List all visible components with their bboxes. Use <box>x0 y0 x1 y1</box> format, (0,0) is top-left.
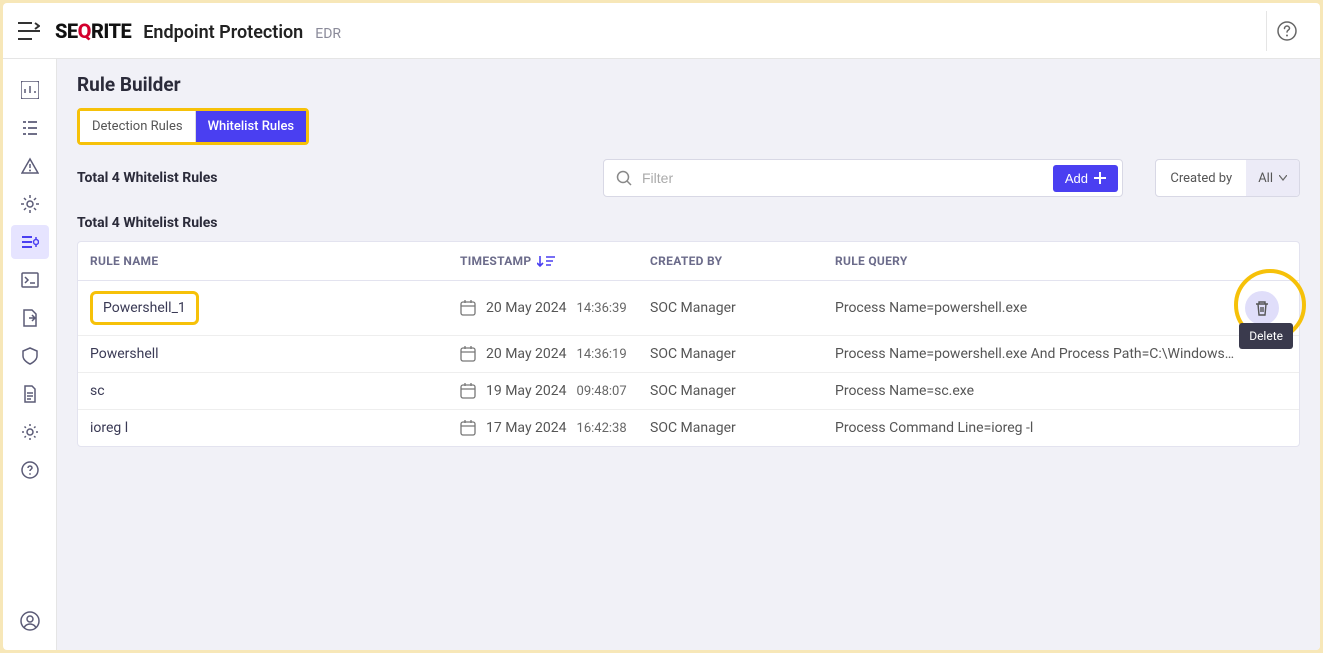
filter-input[interactable] <box>642 170 1043 186</box>
page-title: Rule Builder <box>77 73 1300 96</box>
toolbar: Total 4 Whitelist Rules Add Created by A… <box>77 159 1300 197</box>
sort-icon <box>537 254 555 268</box>
chevron-down-icon <box>1279 175 1287 181</box>
cell-rule-query: Process Name=powershell.exe And Process … <box>835 346 1237 362</box>
col-timestamp[interactable]: TIMESTAMP <box>460 254 650 268</box>
cell-rule-query: Process Name=powershell.exe <box>835 300 1237 316</box>
cell-rule-query: Process Name=sc.exe <box>835 383 1237 399</box>
total-count-label: Total 4 Whitelist Rules <box>77 170 587 186</box>
sidebar-alert-icon[interactable] <box>11 149 49 183</box>
menu-toggle-icon[interactable] <box>17 19 41 43</box>
section-title: Total 4 Whitelist Rules <box>77 215 1300 231</box>
brand-subproduct: EDR <box>315 26 341 42</box>
plus-icon <box>1094 172 1106 184</box>
cell-rule-name: ioreg l <box>90 420 460 436</box>
trash-icon <box>1254 300 1270 316</box>
calendar-icon <box>460 420 476 436</box>
filter-box[interactable]: Add <box>603 159 1123 197</box>
calendar-icon <box>460 300 476 316</box>
cell-rule-name: Powershell <box>90 346 460 362</box>
sidebar-rules-icon[interactable] <box>11 225 49 259</box>
cell-created-by: SOC Manager <box>650 346 835 362</box>
brand: SEQRITE Endpoint Protection EDR <box>55 19 341 43</box>
table-row[interactable]: Powershell 20 May 2024 14:36:19 SOC Mana… <box>78 336 1299 373</box>
brand-product: Endpoint Protection <box>143 22 303 43</box>
cell-timestamp: 20 May 2024 14:36:19 <box>460 346 650 362</box>
rules-table: RULE NAME TIMESTAMP CREATED BY RULE QUER… <box>77 241 1300 447</box>
add-button-label: Add <box>1065 171 1088 186</box>
col-rule-query[interactable]: RULE QUERY <box>835 254 1237 268</box>
sidebar-network-icon[interactable] <box>11 187 49 221</box>
main-content: Rule Builder Detection Rules Whitelist R… <box>57 59 1320 650</box>
table-header: RULE NAME TIMESTAMP CREATED BY RULE QUER… <box>78 242 1299 281</box>
sidebar-terminal-icon[interactable] <box>11 263 49 297</box>
sidebar-doc-icon[interactable] <box>11 377 49 411</box>
sidebar <box>3 59 57 650</box>
app-header: SEQRITE Endpoint Protection EDR <box>3 3 1320 59</box>
tab-detection-rules[interactable]: Detection Rules <box>80 111 196 142</box>
created-by-value[interactable]: All <box>1246 160 1299 196</box>
cell-timestamp: 19 May 2024 09:48:07 <box>460 383 650 399</box>
table-row[interactable]: ioreg l 17 May 2024 16:42:38 SOC Manager… <box>78 410 1299 446</box>
sidebar-user-icon[interactable] <box>11 604 49 638</box>
cell-rule-query: Process Command Line=ioreg -l <box>835 420 1237 436</box>
sidebar-shield-icon[interactable] <box>11 339 49 373</box>
cell-timestamp: 20 May 2024 14:36:39 <box>460 300 650 316</box>
calendar-icon <box>460 383 476 399</box>
sidebar-list-icon[interactable] <box>11 111 49 145</box>
table-row[interactable]: sc 19 May 2024 09:48:07 SOC Manager Proc… <box>78 373 1299 410</box>
sidebar-export-icon[interactable] <box>11 301 49 335</box>
tab-whitelist-rules[interactable]: Whitelist Rules <box>196 111 307 142</box>
brand-logo: SEQRITE <box>55 19 131 43</box>
delete-tooltip: Delete <box>1239 323 1293 349</box>
cell-rule-name: Powershell_1 <box>90 291 460 325</box>
search-icon <box>616 170 632 186</box>
created-by-filter[interactable]: Created by All <box>1155 159 1300 197</box>
col-created-by[interactable]: CREATED BY <box>650 254 835 268</box>
cell-created-by: SOC Manager <box>650 300 835 316</box>
col-rule-name[interactable]: RULE NAME <box>90 254 460 268</box>
delete-button[interactable] <box>1245 291 1279 325</box>
created-by-label: Created by <box>1156 171 1246 186</box>
cell-timestamp: 17 May 2024 16:42:38 <box>460 420 650 436</box>
sidebar-dashboard-icon[interactable] <box>11 73 49 107</box>
cell-created-by: SOC Manager <box>650 383 835 399</box>
sidebar-help-icon[interactable] <box>11 453 49 487</box>
sidebar-settings-icon[interactable] <box>11 415 49 449</box>
add-button[interactable]: Add <box>1053 165 1118 192</box>
help-icon[interactable] <box>1266 11 1306 51</box>
calendar-icon <box>460 346 476 362</box>
table-row[interactable]: Powershell_1 20 May 2024 14:36:39 SOC Ma… <box>78 281 1299 336</box>
tab-group: Detection Rules Whitelist Rules <box>77 108 309 145</box>
cell-rule-name: sc <box>90 383 460 399</box>
cell-created-by: SOC Manager <box>650 420 835 436</box>
